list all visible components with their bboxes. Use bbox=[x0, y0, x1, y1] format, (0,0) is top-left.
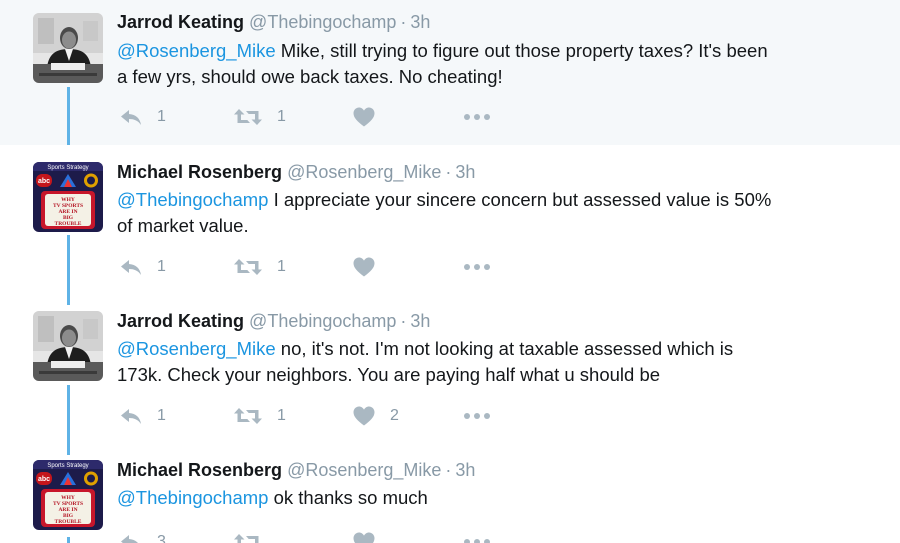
reply-icon bbox=[119, 105, 143, 129]
retweet-icon bbox=[233, 404, 263, 428]
thread-line bbox=[67, 87, 70, 145]
tv-sports-book-cover bbox=[33, 460, 103, 530]
like-button[interactable] bbox=[352, 255, 390, 279]
tweet-header: Jarrod Keating @Thebingochamp · 3h bbox=[117, 12, 430, 33]
author-handle[interactable]: @Thebingochamp bbox=[249, 12, 396, 32]
like-count: 2 bbox=[390, 407, 399, 424]
like-button[interactable] bbox=[352, 105, 390, 129]
author-handle[interactable]: @Rosenberg_Mike bbox=[287, 162, 441, 182]
like-button[interactable]: 2 bbox=[352, 404, 399, 428]
timestamp[interactable]: 3h bbox=[410, 311, 430, 331]
timestamp[interactable]: 3h bbox=[455, 162, 475, 182]
more-icon bbox=[462, 105, 492, 129]
retweet-count: 1 bbox=[277, 108, 286, 125]
retweet-button[interactable]: 1 bbox=[233, 105, 286, 129]
tweet-text-line: a few yrs, should owe back taxes. No che… bbox=[117, 66, 503, 87]
retweet-button[interactable]: 1 bbox=[233, 404, 286, 428]
tweet-text-line: @Thebingochamp I appreciate your sincere… bbox=[117, 187, 857, 213]
thread-line bbox=[67, 537, 70, 543]
reply-icon bbox=[119, 530, 143, 543]
more-button[interactable] bbox=[462, 404, 492, 428]
timestamp[interactable]: 3h bbox=[410, 12, 430, 32]
avatar[interactable] bbox=[33, 311, 103, 381]
text-content: Mike, still trying to figure out those p… bbox=[275, 40, 768, 61]
reply-count: 1 bbox=[157, 407, 166, 424]
heart-icon bbox=[352, 530, 376, 543]
heart-icon bbox=[352, 105, 376, 129]
mention-link[interactable]: @Thebingochamp bbox=[117, 189, 268, 210]
retweet-icon bbox=[233, 105, 263, 129]
retweet-button[interactable]: 1 bbox=[233, 255, 286, 279]
author-name[interactable]: Jarrod Keating bbox=[117, 311, 244, 331]
text-content: ok thanks so much bbox=[268, 487, 428, 508]
retweet-icon bbox=[233, 530, 263, 543]
tweet-text-line: 173k. Check your neighbors. You are payi… bbox=[117, 364, 661, 385]
mention-link[interactable]: @Thebingochamp bbox=[117, 487, 268, 508]
tweet-header: Michael Rosenberg @Rosenberg_Mike · 3h bbox=[117, 460, 475, 481]
like-button[interactable] bbox=[352, 530, 390, 543]
separator-dot: · bbox=[400, 12, 407, 32]
tweet[interactable]: Jarrod Keating @Thebingochamp · 3h @Rosenb… bbox=[0, 285, 900, 455]
tweet-text: @Thebingochamp ok thanks so much bbox=[117, 485, 857, 511]
reply-button[interactable]: 3 bbox=[119, 530, 166, 543]
tweet-text-line: @Rosenberg_Mike no, it's not. I'm not lo… bbox=[117, 336, 857, 362]
tv-sports-book-cover bbox=[33, 162, 103, 232]
author-handle[interactable]: @Thebingochamp bbox=[249, 311, 396, 331]
author-name[interactable]: Jarrod Keating bbox=[117, 12, 244, 32]
reply-count: 1 bbox=[157, 258, 166, 275]
reply-count: 1 bbox=[157, 108, 166, 125]
man-at-desk-photo bbox=[33, 311, 103, 381]
tweet-text: @Thebingochamp I appreciate your sincere… bbox=[117, 187, 857, 239]
author-handle[interactable]: @Rosenberg_Mike bbox=[287, 460, 441, 480]
more-button[interactable] bbox=[462, 255, 492, 279]
mention-link[interactable]: @Rosenberg_Mike bbox=[117, 40, 276, 61]
reply-icon bbox=[119, 255, 143, 279]
heart-icon bbox=[352, 404, 376, 428]
separator-dot: · bbox=[445, 162, 452, 182]
tweet[interactable]: Michael Rosenberg @Rosenberg_Mike · 3h @Th… bbox=[0, 145, 900, 305]
more-button[interactable] bbox=[462, 105, 492, 129]
tweet[interactable]: Michael Rosenberg @Rosenberg_Mike · 3h @Th… bbox=[0, 445, 900, 543]
avatar[interactable] bbox=[33, 460, 103, 530]
avatar[interactable] bbox=[33, 13, 103, 83]
more-icon bbox=[462, 530, 492, 543]
timestamp[interactable]: 3h bbox=[455, 460, 475, 480]
more-icon bbox=[462, 255, 492, 279]
man-at-desk-photo bbox=[33, 13, 103, 83]
tweet-text-line: of market value. bbox=[117, 215, 249, 236]
author-name[interactable]: Michael Rosenberg bbox=[117, 162, 282, 182]
more-button[interactable] bbox=[462, 530, 492, 543]
reply-button[interactable]: 1 bbox=[119, 255, 166, 279]
tweet-text-line: @Thebingochamp ok thanks so much bbox=[117, 485, 857, 511]
tweet-header: Jarrod Keating @Thebingochamp · 3h bbox=[117, 311, 430, 332]
thread-line bbox=[67, 285, 70, 305]
separator-dot: · bbox=[445, 460, 452, 480]
retweet-icon bbox=[233, 255, 263, 279]
tweet-text-line: @Rosenberg_Mike Mike, still trying to fi… bbox=[117, 38, 857, 64]
retweet-count: 1 bbox=[277, 258, 286, 275]
author-name[interactable]: Michael Rosenberg bbox=[117, 460, 282, 480]
more-icon bbox=[462, 404, 492, 428]
mention-link[interactable]: @Rosenberg_Mike bbox=[117, 338, 276, 359]
reply-count: 3 bbox=[157, 533, 166, 543]
avatar[interactable] bbox=[33, 162, 103, 232]
text-content: I appreciate your sincere concern but as… bbox=[268, 189, 772, 210]
reply-button[interactable]: 1 bbox=[119, 404, 166, 428]
reply-icon bbox=[119, 404, 143, 428]
heart-icon bbox=[352, 255, 376, 279]
tweet-text: @Rosenberg_Mike no, it's not. I'm not lo… bbox=[117, 336, 857, 388]
tweet[interactable]: Jarrod Keating @Thebingochamp · 3h @Rosenb… bbox=[0, 0, 900, 145]
retweet-count: 1 bbox=[277, 407, 286, 424]
reply-button[interactable]: 1 bbox=[119, 105, 166, 129]
separator-dot: · bbox=[400, 311, 407, 331]
tweet-text: @Rosenberg_Mike Mike, still trying to fi… bbox=[117, 38, 857, 90]
text-content: no, it's not. I'm not looking at taxable… bbox=[275, 338, 734, 359]
retweet-button[interactable] bbox=[233, 530, 277, 543]
tweet-header: Michael Rosenberg @Rosenberg_Mike · 3h bbox=[117, 162, 475, 183]
